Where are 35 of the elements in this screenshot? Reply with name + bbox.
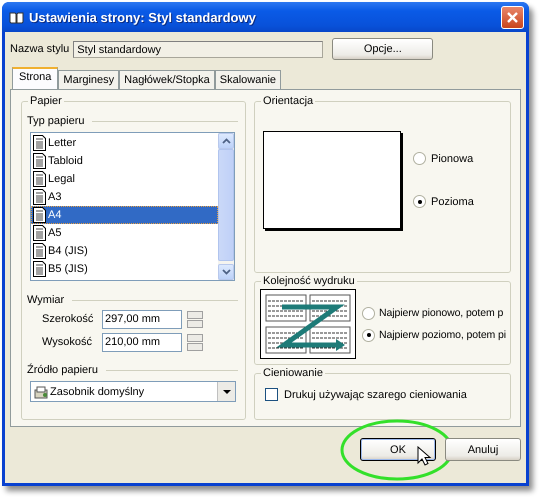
group-title: Papier [28, 95, 64, 107]
list-item[interactable]: Letter [31, 134, 218, 152]
options-button[interactable]: Opcje... [332, 38, 434, 60]
list-item[interactable]: B4 (JIS) [31, 242, 218, 260]
ok-button[interactable]: OK [360, 438, 436, 461]
field-label: Wysokość [42, 336, 94, 348]
radio-option[interactable]: Najpierw poziomo, potem pi [362, 328, 506, 342]
section-label: Wymiar [27, 294, 64, 306]
radio-option[interactable]: Pionowa [413, 152, 474, 165]
list-item[interactable]: Legal [31, 170, 218, 188]
list-item[interactable]: A4 [31, 206, 218, 224]
list-item[interactable]: A3 [31, 188, 218, 206]
radio-option[interactable]: Pozioma [413, 195, 474, 208]
list-item[interactable]: B5 (JIS) [31, 260, 218, 278]
group-title: Kolejność wydruku [261, 275, 357, 287]
group-title: Orientacja [261, 95, 316, 107]
size-field[interactable]: 297,00 mm [102, 310, 182, 328]
checkbox-option[interactable]: Drukuj używając szarego cieniowania [262, 388, 503, 401]
group-title: Cieniowanie [261, 367, 325, 379]
tab[interactable]: Strona [12, 67, 58, 89]
tab[interactable]: Nagłówek/Stopka [119, 70, 215, 89]
list-item[interactable]: A5 [31, 224, 218, 242]
window-title: Ustawienia strony: Styl standardowy [29, 10, 257, 24]
section-label: Źródło papieru [27, 364, 98, 376]
tab[interactable]: Marginesy [58, 70, 120, 89]
dialog-button[interactable]: Anuluj [445, 438, 521, 461]
field-label: Szerokość [42, 313, 94, 325]
paper-source-dropdown[interactable]: Zasobnik domyślny [30, 381, 236, 402]
size-field[interactable]: 210,00 mm [102, 332, 182, 352]
list-item[interactable]: Tabloid [31, 152, 218, 170]
radio-option[interactable]: Najpierw pionowo, potem p [362, 306, 506, 320]
style-name-field[interactable]: Styl standardowy [73, 40, 324, 58]
field-label: Nazwa stylu [10, 43, 70, 55]
tab[interactable]: Skalowanie [214, 70, 282, 89]
section-label: Typ papieru [27, 115, 84, 127]
